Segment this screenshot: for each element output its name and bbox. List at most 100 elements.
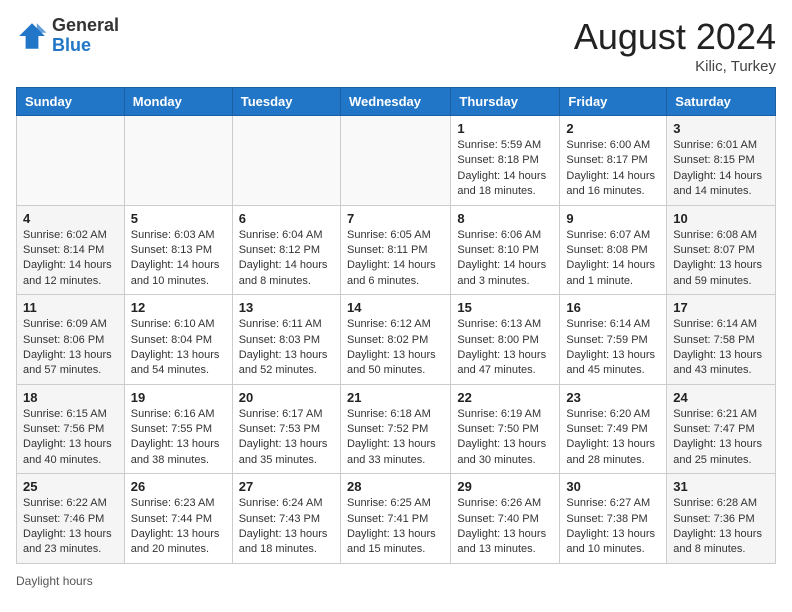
day-number: 20 [239, 390, 334, 405]
day-number: 3 [673, 121, 769, 136]
day-cell: 14Sunrise: 6:12 AMSunset: 8:02 PMDayligh… [340, 295, 450, 385]
day-cell [340, 116, 450, 206]
day-cell: 13 Sunrise: 6:11 AMSunset: 8:03 PMDayligh… [232, 295, 340, 385]
day-cell: 6 Sunrise: 6:04 AMSunset: 8:12 PMDaylight… [232, 205, 340, 295]
day-cell: 31 Sunrise: 6:28 AMSunset: 7:36 PMDayligh… [667, 474, 776, 564]
day-info: Sunrise: 6:18 AMSunset: 7:52 PMDaylight:… [347, 407, 444, 469]
day-info: Sunrise: 6:23 AMSunset: 7:44 PMDaylight:… [131, 496, 226, 558]
day-cell: 22 Sunrise: 6:19 AMSunset: 7:50 PMDayligh… [451, 384, 560, 474]
legend-label: Daylight hours [16, 574, 93, 588]
day-number: 11 [23, 300, 118, 315]
day-info: Sunrise: 6:19 AMSunset: 7:50 PMDaylight:… [457, 407, 553, 469]
day-number: 6 [239, 211, 334, 226]
location: Kilic, Turkey [574, 58, 776, 75]
day-info: Sunrise: 6:20 AMSunset: 7:49 PMDaylight:… [566, 407, 660, 469]
logo: General Blue [16, 16, 119, 56]
day-number: 19 [131, 390, 226, 405]
header-saturday: Saturday [667, 88, 776, 116]
day-info: Sunrise: 6:13 AMSunset: 8:00 PMDaylight:… [457, 317, 553, 379]
day-number: 1 [457, 121, 553, 136]
day-number: 2 [566, 121, 660, 136]
day-number: 22 [457, 390, 553, 405]
day-cell: 4 Sunrise: 6:02 AMSunset: 8:14 PMDaylight… [17, 205, 125, 295]
day-info: Sunrise: 6:00 AMSunset: 8:17 PMDaylight:… [566, 138, 660, 200]
calendar-header-row: SundayMondayTuesdayWednesdayThursdayFrid… [17, 88, 776, 116]
legend: Daylight hours [16, 574, 776, 588]
day-number: 14 [347, 300, 444, 315]
day-number: 16 [566, 300, 660, 315]
day-number: 13 [239, 300, 334, 315]
day-number: 4 [23, 211, 118, 226]
day-info: Sunrise: 6:03 AMSunset: 8:13 PMDaylight:… [131, 228, 226, 290]
day-cell: 28 Sunrise: 6:25 AMSunset: 7:41 PMDayligh… [340, 474, 450, 564]
week-row-4: 18 Sunrise: 6:15 AMSunset: 7:56 PMDayligh… [17, 384, 776, 474]
day-number: 21 [347, 390, 444, 405]
day-cell: 17Sunrise: 6:14 AMSunset: 7:58 PMDayligh… [667, 295, 776, 385]
day-cell: 30 Sunrise: 6:27 AMSunset: 7:38 PMDayligh… [560, 474, 667, 564]
day-cell: 24Sunrise: 6:21 AMSunset: 7:47 PMDayligh… [667, 384, 776, 474]
day-info: Sunrise: 6:25 AMSunset: 7:41 PMDaylight:… [347, 496, 444, 558]
day-cell: 16 Sunrise: 6:14 AMSunset: 7:59 PMDayligh… [560, 295, 667, 385]
day-info: Sunrise: 6:14 AMSunset: 7:58 PMDaylight:… [673, 317, 769, 379]
day-cell: 19 Sunrise: 6:16 AMSunset: 7:55 PMDayligh… [124, 384, 232, 474]
day-cell: 25 Sunrise: 6:22 AMSunset: 7:46 PMDayligh… [17, 474, 125, 564]
header-monday: Monday [124, 88, 232, 116]
day-cell: 8 Sunrise: 6:06 AMSunset: 8:10 PMDaylight… [451, 205, 560, 295]
day-number: 31 [673, 479, 769, 494]
day-number: 28 [347, 479, 444, 494]
day-number: 12 [131, 300, 226, 315]
day-info: Sunrise: 6:15 AMSunset: 7:56 PMDaylight:… [23, 407, 118, 469]
day-number: 5 [131, 211, 226, 226]
day-number: 30 [566, 479, 660, 494]
day-number: 18 [23, 390, 118, 405]
day-info: Sunrise: 5:59 AMSunset: 8:18 PMDaylight:… [457, 138, 553, 200]
day-number: 25 [23, 479, 118, 494]
day-cell: 1 Sunrise: 5:59 AMSunset: 8:18 PMDaylight… [451, 116, 560, 206]
day-number: 26 [131, 479, 226, 494]
day-info: Sunrise: 6:10 AMSunset: 8:04 PMDaylight:… [131, 317, 226, 379]
day-cell: 9Sunrise: 6:07 AMSunset: 8:08 PMDaylight… [560, 205, 667, 295]
day-cell: 29 Sunrise: 6:26 AMSunset: 7:40 PMDayligh… [451, 474, 560, 564]
day-cell [124, 116, 232, 206]
day-number: 23 [566, 390, 660, 405]
day-info: Sunrise: 6:11 AMSunset: 8:03 PMDaylight:… [239, 317, 334, 379]
day-info: Sunrise: 6:21 AMSunset: 7:47 PMDaylight:… [673, 407, 769, 469]
day-info: Sunrise: 6:06 AMSunset: 8:10 PMDaylight:… [457, 228, 553, 290]
day-cell: 27Sunrise: 6:24 AMSunset: 7:43 PMDayligh… [232, 474, 340, 564]
day-cell: 5 Sunrise: 6:03 AMSunset: 8:13 PMDaylight… [124, 205, 232, 295]
header-friday: Friday [560, 88, 667, 116]
day-cell [17, 116, 125, 206]
day-number: 8 [457, 211, 553, 226]
header-thursday: Thursday [451, 88, 560, 116]
day-info: Sunrise: 6:26 AMSunset: 7:40 PMDaylight:… [457, 496, 553, 558]
day-cell: 10Sunrise: 6:08 AMSunset: 8:07 PMDayligh… [667, 205, 776, 295]
day-info: Sunrise: 6:09 AMSunset: 8:06 PMDaylight:… [23, 317, 118, 379]
day-cell: 23 Sunrise: 6:20 AMSunset: 7:49 PMDayligh… [560, 384, 667, 474]
week-row-5: 25 Sunrise: 6:22 AMSunset: 7:46 PMDayligh… [17, 474, 776, 564]
header-tuesday: Tuesday [232, 88, 340, 116]
day-info: Sunrise: 6:02 AMSunset: 8:14 PMDaylight:… [23, 228, 118, 290]
week-row-1: 1 Sunrise: 5:59 AMSunset: 8:18 PMDaylight… [17, 116, 776, 206]
day-info: Sunrise: 6:17 AMSunset: 7:53 PMDaylight:… [239, 407, 334, 469]
header-wednesday: Wednesday [340, 88, 450, 116]
day-cell: 3 Sunrise: 6:01 AMSunset: 8:15 PMDaylight… [667, 116, 776, 206]
day-cell: 20 Sunrise: 6:17 AMSunset: 7:53 PMDayligh… [232, 384, 340, 474]
day-cell: 21 Sunrise: 6:18 AMSunset: 7:52 PMDayligh… [340, 384, 450, 474]
day-number: 27 [239, 479, 334, 494]
day-number: 29 [457, 479, 553, 494]
day-cell: 12 Sunrise: 6:10 AMSunset: 8:04 PMDayligh… [124, 295, 232, 385]
day-cell: 26 Sunrise: 6:23 AMSunset: 7:44 PMDayligh… [124, 474, 232, 564]
day-info: Sunrise: 6:22 AMSunset: 7:46 PMDaylight:… [23, 496, 118, 558]
month-year: August 2024 [574, 16, 776, 58]
day-info: Sunrise: 6:04 AMSunset: 8:12 PMDaylight:… [239, 228, 334, 290]
week-row-2: 4 Sunrise: 6:02 AMSunset: 8:14 PMDaylight… [17, 205, 776, 295]
day-info: Sunrise: 6:16 AMSunset: 7:55 PMDaylight:… [131, 407, 226, 469]
logo-icon [16, 20, 48, 52]
title-block: August 2024 Kilic, Turkey [574, 16, 776, 75]
day-cell [232, 116, 340, 206]
day-info: Sunrise: 6:14 AMSunset: 7:59 PMDaylight:… [566, 317, 660, 379]
week-row-3: 11 Sunrise: 6:09 AMSunset: 8:06 PMDayligh… [17, 295, 776, 385]
day-info: Sunrise: 6:01 AMSunset: 8:15 PMDaylight:… [673, 138, 769, 200]
day-info: Sunrise: 6:28 AMSunset: 7:36 PMDaylight:… [673, 496, 769, 558]
day-info: Sunrise: 6:27 AMSunset: 7:38 PMDaylight:… [566, 496, 660, 558]
